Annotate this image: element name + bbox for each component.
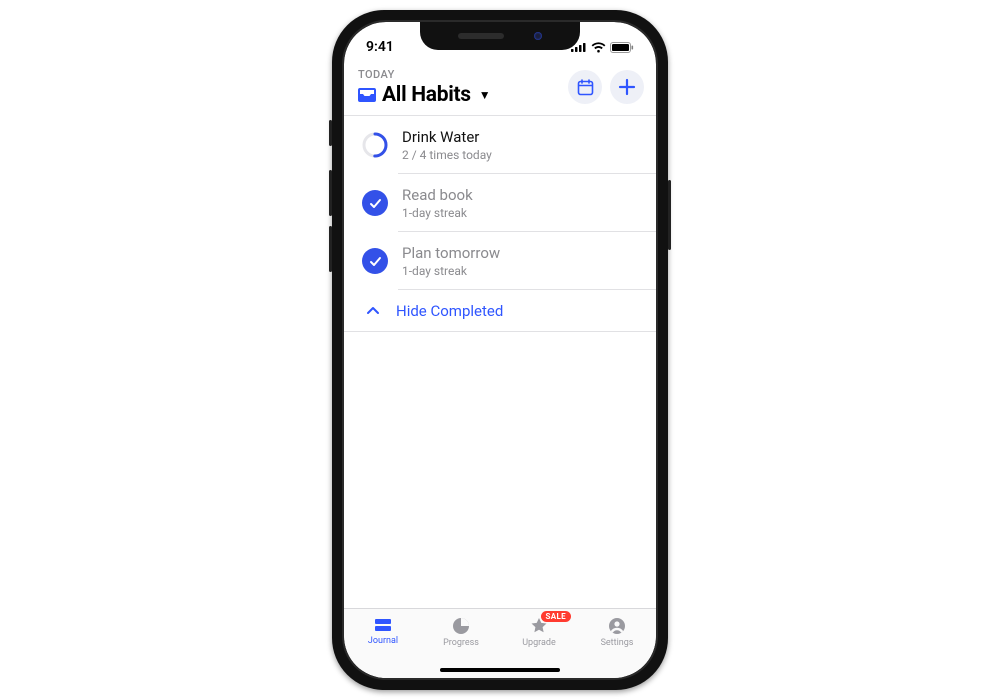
habit-row[interactable]: Drink Water 2 / 4 times today: [344, 116, 656, 174]
battery-icon: [610, 42, 634, 53]
app-screen: 9:41 TODAY All Habits ▼: [344, 22, 656, 678]
calendar-icon: [577, 79, 594, 96]
tab-bar: Journal Progress SALE Upgrade Settings: [344, 608, 656, 678]
check-icon: [369, 255, 382, 268]
habit-title: Drink Water: [402, 128, 492, 146]
inbox-icon: [358, 88, 376, 102]
habit-subtitle: 2 / 4 times today: [402, 148, 492, 162]
sale-badge: SALE: [541, 611, 571, 622]
tab-label: Progress: [443, 638, 479, 648]
habit-title: Plan tomorrow: [402, 244, 500, 262]
add-button[interactable]: [610, 70, 644, 104]
calendar-button[interactable]: [568, 70, 602, 104]
habit-checkmark[interactable]: [362, 248, 388, 274]
wifi-icon: [591, 42, 606, 53]
tab-journal[interactable]: Journal: [344, 609, 422, 678]
habit-checkmark[interactable]: [362, 190, 388, 216]
habit-subtitle: 1-day streak: [402, 206, 473, 220]
chevron-down-icon: ▼: [479, 88, 491, 102]
tab-label: Journal: [368, 636, 398, 646]
status-time: 9:41: [366, 39, 394, 55]
home-indicator[interactable]: [440, 668, 560, 672]
tab-label: Settings: [601, 638, 634, 648]
tab-label: Upgrade: [522, 638, 556, 648]
habit-row[interactable]: Read book 1-day streak: [344, 174, 656, 232]
phone-frame: 9:41 TODAY All Habits ▼: [332, 10, 668, 690]
habit-title: Read book: [402, 186, 473, 204]
profile-icon: [608, 617, 626, 635]
header-title: All Habits: [382, 83, 471, 107]
screen-header: TODAY All Habits ▼: [344, 62, 656, 115]
journal-icon: [373, 617, 393, 633]
toggle-hide-completed[interactable]: Hide Completed: [344, 290, 656, 332]
habit-subtitle: 1-day streak: [402, 264, 500, 278]
tab-settings[interactable]: Settings: [578, 609, 656, 678]
check-icon: [369, 197, 382, 210]
plus-icon: [618, 78, 636, 96]
hide-completed-label: Hide Completed: [396, 302, 503, 320]
progress-icon: [452, 617, 470, 635]
habit-list[interactable]: Drink Water 2 / 4 times today Read book …: [344, 116, 656, 608]
status-indicators: [571, 42, 634, 53]
chevron-up-icon: [366, 304, 380, 318]
habit-row[interactable]: Plan tomorrow 1-day streak: [344, 232, 656, 290]
device-notch: [420, 22, 580, 50]
habit-progress-ring[interactable]: [362, 132, 388, 158]
